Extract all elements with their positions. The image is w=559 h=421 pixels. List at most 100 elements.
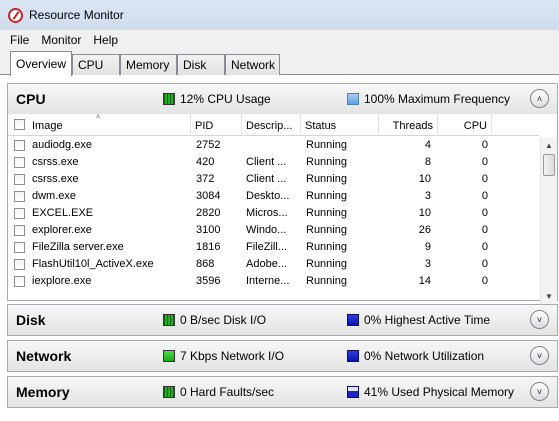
cpu-frequency-legend-swatch	[347, 93, 359, 105]
network-section-header[interactable]: Network 7 Kbps Network I/O 0% Network Ut…	[8, 341, 557, 371]
cell-cpu: 0	[481, 173, 488, 185]
chevron-up-icon: ˄	[536, 93, 543, 104]
disk-io-indicator: 0 B/sec Disk I/O	[163, 313, 266, 327]
cell-pid: 2752	[196, 139, 221, 151]
vertical-scroll-thumb[interactable]	[543, 154, 555, 176]
table-row[interactable]: csrss.exe 372 Client ... Running 10 0	[8, 171, 539, 188]
cpu-collapse-button[interactable]: ˄	[530, 89, 549, 108]
select-all-checkbox[interactable]	[14, 119, 25, 130]
cpu-process-table: ˄ Image PID Descrip... Status Threads CP…	[8, 114, 557, 322]
row-checkbox[interactable]	[14, 174, 25, 185]
window-title: Resource Monitor	[29, 8, 124, 22]
tab-memory[interactable]: Memory	[120, 54, 177, 75]
cell-cpu: 0	[481, 156, 488, 168]
disk-io-label: 0 B/sec Disk I/O	[180, 313, 267, 327]
cell-status: Running	[306, 156, 347, 168]
network-io-legend-swatch	[163, 350, 175, 362]
table-row[interactable]: FileZilla server.exe 1816 FileZill... Ru…	[8, 239, 539, 256]
disk-active-label: 0% Highest Active Time	[364, 313, 491, 327]
arrow-up-icon[interactable]: ▲	[541, 137, 557, 153]
table-row[interactable]: explorer.exe 3100 Windo... Running 26 0	[8, 222, 539, 239]
row-checkbox[interactable]	[14, 242, 25, 253]
memory-expand-button[interactable]: ˅	[530, 382, 549, 401]
cell-cpu: 0	[481, 224, 488, 236]
cpu-usage-indicator: 12% CPU Usage	[163, 92, 271, 106]
cell-description: Client ...	[246, 173, 287, 185]
column-header-status[interactable]: Status	[301, 114, 379, 136]
vertical-scrollbar[interactable]: ▲ ▼	[540, 137, 557, 304]
memory-section-header[interactable]: Memory 0 Hard Faults/sec 41% Used Physic…	[8, 377, 557, 407]
tab-cpu[interactable]: CPU	[72, 54, 120, 75]
menu-monitor[interactable]: Monitor	[35, 33, 87, 47]
disk-section-header[interactable]: Disk 0 B/sec Disk I/O 0% Highest Active …	[8, 305, 557, 335]
column-header-image[interactable]: ˄ Image	[8, 114, 191, 136]
row-checkbox[interactable]	[14, 157, 25, 168]
column-header-description[interactable]: Descrip...	[242, 114, 301, 136]
cell-pid: 1816	[196, 241, 221, 253]
cpu-section-header[interactable]: CPU 12% CPU Usage 100% Maximum Frequency…	[8, 84, 557, 114]
row-checkbox[interactable]	[14, 259, 25, 270]
cell-status: Running	[306, 275, 347, 287]
table-body: audiodg.exe 2752 Running 4 0 csrss.exe 4…	[8, 137, 539, 304]
table-row[interactable]: EXCEL.EXE 2820 Micros... Running 10 0	[8, 205, 539, 222]
tab-overview[interactable]: Overview	[10, 51, 72, 76]
menu-file[interactable]: File	[4, 33, 35, 47]
memory-section-title: Memory	[16, 384, 70, 400]
cell-description: Client ...	[246, 156, 287, 168]
row-checkbox[interactable]	[14, 225, 25, 236]
cpu-section: CPU 12% CPU Usage 100% Maximum Frequency…	[7, 83, 558, 321]
cell-image: csrss.exe	[32, 173, 79, 185]
cell-pid: 868	[196, 258, 215, 270]
row-checkbox[interactable]	[14, 276, 25, 287]
column-header-cpu[interactable]: CPU	[438, 114, 492, 136]
network-expand-button[interactable]: ˅	[530, 346, 549, 365]
memory-used-indicator: 41% Used Physical Memory	[347, 385, 514, 399]
menu-help[interactable]: Help	[87, 33, 124, 47]
table-row[interactable]: FlashUtil10l_ActiveX.exe 868 Adobe... Ru…	[8, 256, 539, 273]
network-io-label: 7 Kbps Network I/O	[180, 349, 285, 363]
tab-disk[interactable]: Disk	[177, 54, 225, 75]
table-row[interactable]: audiodg.exe 2752 Running 4 0	[8, 137, 539, 154]
cell-image: audiodg.exe	[32, 139, 92, 151]
cpu-usage-legend-swatch	[163, 93, 175, 105]
column-header-pid[interactable]: PID	[191, 114, 242, 136]
cell-status: Running	[306, 224, 347, 236]
cell-image: FlashUtil10l_ActiveX.exe	[32, 258, 154, 270]
network-util-label: 0% Network Utilization	[364, 349, 485, 363]
network-section-title: Network	[16, 348, 72, 364]
table-row[interactable]: dwm.exe 3084 Deskto... Running 3 0	[8, 188, 539, 205]
memory-faults-label: 0 Hard Faults/sec	[180, 385, 275, 399]
cell-status: Running	[306, 173, 347, 185]
cell-cpu: 0	[481, 190, 488, 202]
cell-cpu: 0	[481, 275, 488, 287]
table-header: ˄ Image PID Descrip... Status Threads CP…	[8, 114, 539, 136]
cell-image: csrss.exe	[32, 156, 79, 168]
cell-status: Running	[306, 139, 347, 151]
cell-threads: 8	[424, 156, 431, 168]
column-header-threads[interactable]: Threads	[379, 114, 438, 136]
cell-image: iexplore.exe	[32, 275, 92, 287]
tab-network[interactable]: Network	[225, 54, 280, 75]
arrow-down-icon[interactable]: ▼	[541, 288, 557, 304]
cell-threads: 3	[424, 190, 431, 202]
disk-section-title: Disk	[16, 312, 46, 328]
cell-pid: 420	[196, 156, 215, 168]
memory-section: Memory 0 Hard Faults/sec 41% Used Physic…	[7, 376, 558, 408]
table-row[interactable]: iexplore.exe 3596 Interne... Running 14 …	[8, 273, 539, 290]
table-row[interactable]: csrss.exe 420 Client ... Running 8 0	[8, 154, 539, 171]
chevron-down-icon: ˅	[536, 386, 543, 397]
disk-io-legend-swatch	[163, 314, 175, 326]
cell-image: FileZilla server.exe	[32, 241, 124, 253]
column-header-image-label: Image	[32, 120, 63, 132]
chevron-down-icon: ˅	[536, 314, 543, 325]
cell-status: Running	[306, 258, 347, 270]
row-checkbox[interactable]	[14, 208, 25, 219]
disk-expand-button[interactable]: ˅	[530, 310, 549, 329]
cell-cpu: 0	[481, 207, 488, 219]
row-checkbox[interactable]	[14, 140, 25, 151]
memory-faults-legend-swatch	[163, 386, 175, 398]
disk-section: Disk 0 B/sec Disk I/O 0% Highest Active …	[7, 304, 558, 336]
cell-status: Running	[306, 190, 347, 202]
row-checkbox[interactable]	[14, 191, 25, 202]
cell-image: EXCEL.EXE	[32, 207, 94, 219]
